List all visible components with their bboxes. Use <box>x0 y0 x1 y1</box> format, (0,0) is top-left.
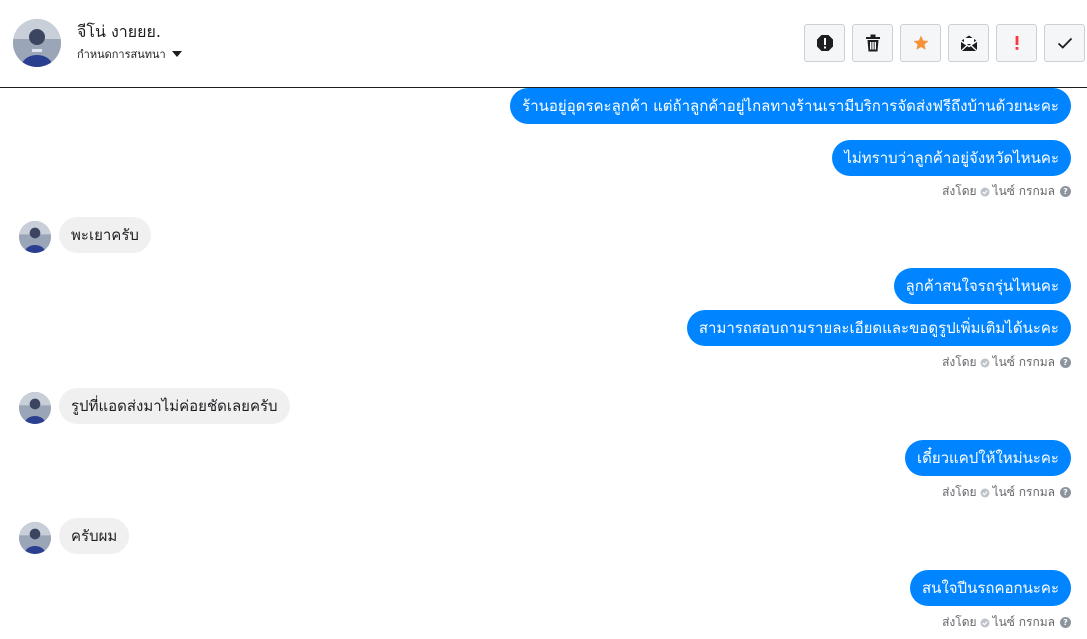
assign-conversation-dropdown[interactable]: กำหนดการสนทนา <box>77 45 182 63</box>
delete-button[interactable] <box>852 24 893 62</box>
verified-icon <box>980 358 990 367</box>
sent-by-prefix: ส่งโดย <box>942 485 977 499</box>
sender-name: ไนซ์ กรกมล <box>992 355 1055 369</box>
sent-by-info: ส่งโดย ไนซ์ กรกมล ? <box>942 353 1071 372</box>
mark-done-button[interactable] <box>1044 24 1085 62</box>
sent-by-prefix: ส่งโดย <box>942 184 977 198</box>
verified-icon <box>980 488 990 497</box>
contact-avatar-small <box>19 522 51 554</box>
trash-icon <box>865 34 880 52</box>
follow-up-button[interactable] <box>996 24 1037 62</box>
incoming-message: รูปที่แอดส่งมาไม่ค่อยชัดเลยครับ <box>59 388 290 424</box>
help-icon[interactable]: ? <box>1060 617 1071 628</box>
star-icon <box>913 35 928 50</box>
incoming-message: ครับผม <box>59 518 130 554</box>
mark-unread-button[interactable] <box>948 24 989 62</box>
conversation-header: จีโน่ งายยย. กำหนดการสนทนา <box>0 0 1087 88</box>
caret-down-icon <box>171 51 182 57</box>
sent-by-info: ส่งโดย ไนซ์ กรกมล ? <box>942 483 1071 502</box>
mark-unread-icon <box>960 35 977 52</box>
verified-icon <box>980 618 990 627</box>
spam-icon <box>816 35 833 51</box>
contact-avatar-small <box>19 392 51 424</box>
outgoing-message: ไม่ทราบว่าลูกค้าอยู่จังหวัดไหนคะ <box>832 140 1071 176</box>
exclamation-icon <box>1015 36 1018 50</box>
incoming-message: พะเยาครับ <box>59 217 151 253</box>
sender-name: ไนซ์ กรกมล <box>992 184 1055 198</box>
contact-avatar-small <box>19 221 51 253</box>
sent-by-prefix: ส่งโดย <box>942 615 977 629</box>
sent-by-info: ส่งโดย ไนซ์ กรกมล ? <box>942 613 1071 632</box>
sender-name: ไนซ์ กรกมล <box>992 615 1055 629</box>
help-icon[interactable]: ? <box>1060 487 1071 498</box>
outgoing-message: สนใจปีนรถคอกนะคะ <box>910 570 1071 606</box>
sent-by-prefix: ส่งโดย <box>942 355 977 369</box>
verified-icon <box>980 187 990 196</box>
contact-name: จีโน่ งายยย. <box>77 22 161 41</box>
outgoing-message: สามารถสอบถามรายละเอียดและขอดูรูปเพิ่มเติ… <box>686 310 1071 346</box>
contact-avatar[interactable] <box>13 19 61 67</box>
mark-spam-button[interactable] <box>804 24 845 62</box>
star-button[interactable] <box>900 24 941 62</box>
help-icon[interactable]: ? <box>1060 186 1071 197</box>
outgoing-message: ลูกค้าสนใจรถรุ่นไหนคะ <box>893 268 1071 304</box>
conversation-toolbar <box>804 24 1085 64</box>
sender-name: ไนซ์ กรกมล <box>992 485 1055 499</box>
check-icon <box>1057 37 1072 49</box>
outgoing-message: ร้านอยู่อุดรคะลูกค้า แต่ถ้าลูกค้าอยู่ไกล… <box>510 88 1071 124</box>
help-icon[interactable]: ? <box>1060 357 1071 368</box>
sent-by-info: ส่งโดย ไนซ์ กรกมล ? <box>942 182 1071 201</box>
assign-label: กำหนดการสนทนา <box>77 48 166 61</box>
outgoing-message: เดี๋ยวแคปให้ใหม่นะคะ <box>904 440 1071 476</box>
